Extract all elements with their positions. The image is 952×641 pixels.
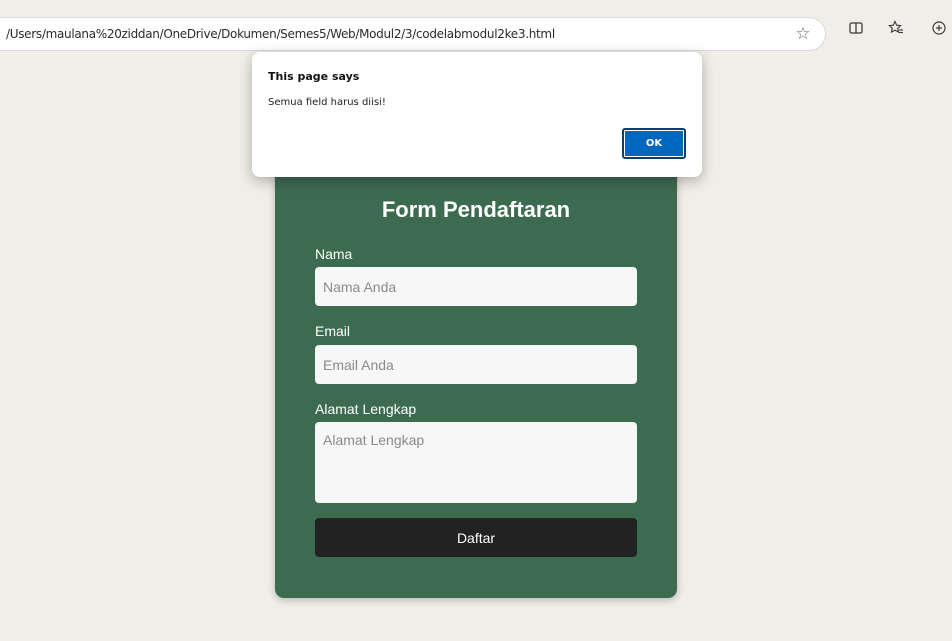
favorite-star-icon[interactable]: ☆ <box>793 24 813 44</box>
email-label: Email <box>315 323 351 339</box>
email-input[interactable] <box>315 345 637 384</box>
daftar-button[interactable]: Daftar <box>315 518 637 557</box>
split-screen-icon[interactable] <box>845 20 867 42</box>
extensions-icon[interactable] <box>928 20 950 42</box>
alert-dialog: This page says Semua field harus diisi! … <box>252 52 702 177</box>
address-bar[interactable]: /Users/maulana%20ziddan/OneDrive/Dokumen… <box>0 17 826 51</box>
dialog-message: Semua field harus diisi! <box>268 97 386 108</box>
dialog-title: This page says <box>268 70 360 83</box>
alamat-label: Alamat Lengkap <box>315 401 417 417</box>
ok-button[interactable]: OK <box>622 128 686 159</box>
browser-toolbar: /Users/maulana%20ziddan/OneDrive/Dokumen… <box>0 0 952 54</box>
url-text[interactable]: /Users/maulana%20ziddan/OneDrive/Dokumen… <box>6 27 555 41</box>
registration-form: Form Pendaftaran Nama Email Alamat Lengk… <box>275 150 677 598</box>
nama-input[interactable] <box>315 267 637 306</box>
favorites-icon[interactable] <box>885 20 907 42</box>
nama-label: Nama <box>315 246 353 262</box>
alamat-textarea[interactable] <box>315 422 637 503</box>
form-title: Form Pendaftaran <box>381 197 571 222</box>
